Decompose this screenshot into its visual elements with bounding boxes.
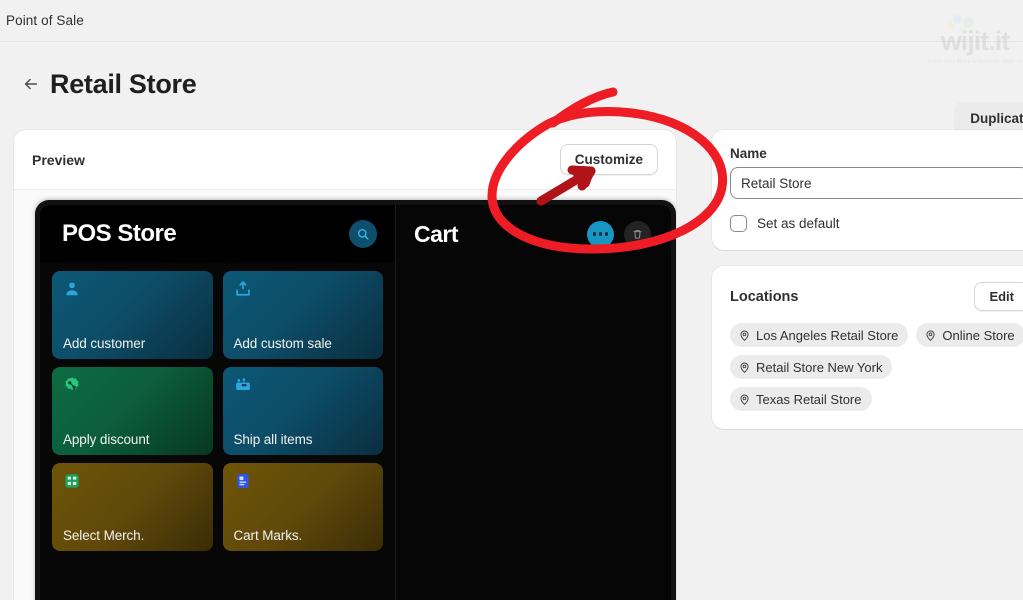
pos-device-frame: POS Store Add customer Add custom sale A… <box>35 200 676 600</box>
pos-tile-grid: Add customer Add custom sale Apply disco… <box>40 263 395 559</box>
cart-more-button[interactable] <box>587 220 614 248</box>
name-panel: Name Set as default <box>712 130 1023 250</box>
location-label: Online Store <box>942 327 1015 343</box>
tile-cart-marks[interactable]: Cart Marks. <box>222 463 383 551</box>
page-title: Retail Store <box>50 68 197 99</box>
grid-app-icon <box>63 472 81 490</box>
pos-header: POS Store <box>40 205 395 263</box>
customize-button[interactable]: Customize <box>559 144 658 175</box>
breadcrumb[interactable]: Point of Sale <box>6 13 84 28</box>
set-default-row[interactable]: Set as default <box>730 215 1023 232</box>
discount-icon <box>63 376 81 394</box>
set-default-label: Set as default <box>757 216 840 231</box>
tile-label: Add customer <box>63 336 146 351</box>
location-chip[interactable]: Retail Store New York <box>730 355 893 379</box>
tile-add-custom-sale[interactable]: Add custom sale <box>222 271 383 359</box>
location-chip[interactable]: Online Store <box>916 323 1023 347</box>
map-pin-icon <box>740 329 749 341</box>
tile-apply-discount[interactable]: Apply discount <box>52 367 213 455</box>
cart-actions <box>587 220 651 248</box>
app-root: Point of Sale Retail Store Duplicate wij… <box>0 0 1023 600</box>
arrow-left-icon <box>24 78 38 90</box>
tile-label: Cart Marks. <box>233 528 303 543</box>
preview-card-header: Preview Customize <box>14 130 676 190</box>
location-chip[interactable]: Texas Retail Store <box>730 387 872 411</box>
tile-label: Apply discount <box>63 432 150 447</box>
location-label: Retail Store New York <box>756 359 883 375</box>
search-icon <box>357 228 369 240</box>
pos-left-pane: POS Store Add customer Add custom sale A… <box>40 205 396 600</box>
edit-locations-button[interactable]: Edit <box>974 282 1023 311</box>
cart-delete-button[interactable] <box>624 220 651 248</box>
tile-select-merch[interactable]: Select Merch. <box>52 463 213 551</box>
page-header: Retail Store Duplicate <box>0 42 1023 134</box>
upload-box-icon <box>234 280 252 298</box>
tile-label: Add custom sale <box>233 336 332 351</box>
tile-add-customer[interactable]: Add customer <box>52 271 213 359</box>
breadcrumb-bar: Point of Sale <box>0 0 1023 42</box>
tile-label: Select Merch. <box>63 528 145 543</box>
name-input[interactable] <box>730 167 1023 199</box>
locations-title: Locations <box>730 288 799 305</box>
map-pin-icon <box>926 329 935 341</box>
preview-label: Preview <box>32 151 85 168</box>
cart-header: Cart <box>396 205 671 263</box>
preview-body: POS Store Add customer Add custom sale A… <box>14 190 676 600</box>
map-pin-icon <box>740 393 749 405</box>
pos-search-button[interactable] <box>349 220 377 248</box>
location-label: Texas Retail Store <box>756 391 862 407</box>
tile-label: Ship all items <box>233 432 313 447</box>
cart-title: Cart <box>414 220 459 247</box>
pos-cart-pane: Cart <box>396 205 671 600</box>
person-icon <box>63 280 81 298</box>
tile-ship-all-items[interactable]: Ship all items <box>222 367 383 455</box>
note-app-icon <box>234 472 252 490</box>
set-default-checkbox[interactable] <box>730 215 747 232</box>
pos-device-screen: POS Store Add customer Add custom sale A… <box>40 205 671 600</box>
locations-panel: Locations Edit Los Angeles Retail Store … <box>712 266 1023 429</box>
locations-header: Locations Edit <box>730 282 1023 311</box>
map-pin-icon <box>740 361 749 373</box>
preview-card: Preview Customize POS Store Add customer… <box>14 130 676 600</box>
location-label: Los Angeles Retail Store <box>756 327 899 343</box>
location-chip[interactable]: Los Angeles Retail Store <box>730 323 909 347</box>
locations-chip-list: Los Angeles Retail Store Online Store Re… <box>730 323 1023 411</box>
pos-store-title: POS Store <box>62 220 177 247</box>
back-button[interactable] <box>18 71 44 97</box>
trash-icon <box>633 229 642 239</box>
details-column: Name Set as default Locations Edit Los A… <box>712 130 1023 445</box>
shipping-icon <box>234 376 252 394</box>
name-label: Name <box>730 146 767 161</box>
